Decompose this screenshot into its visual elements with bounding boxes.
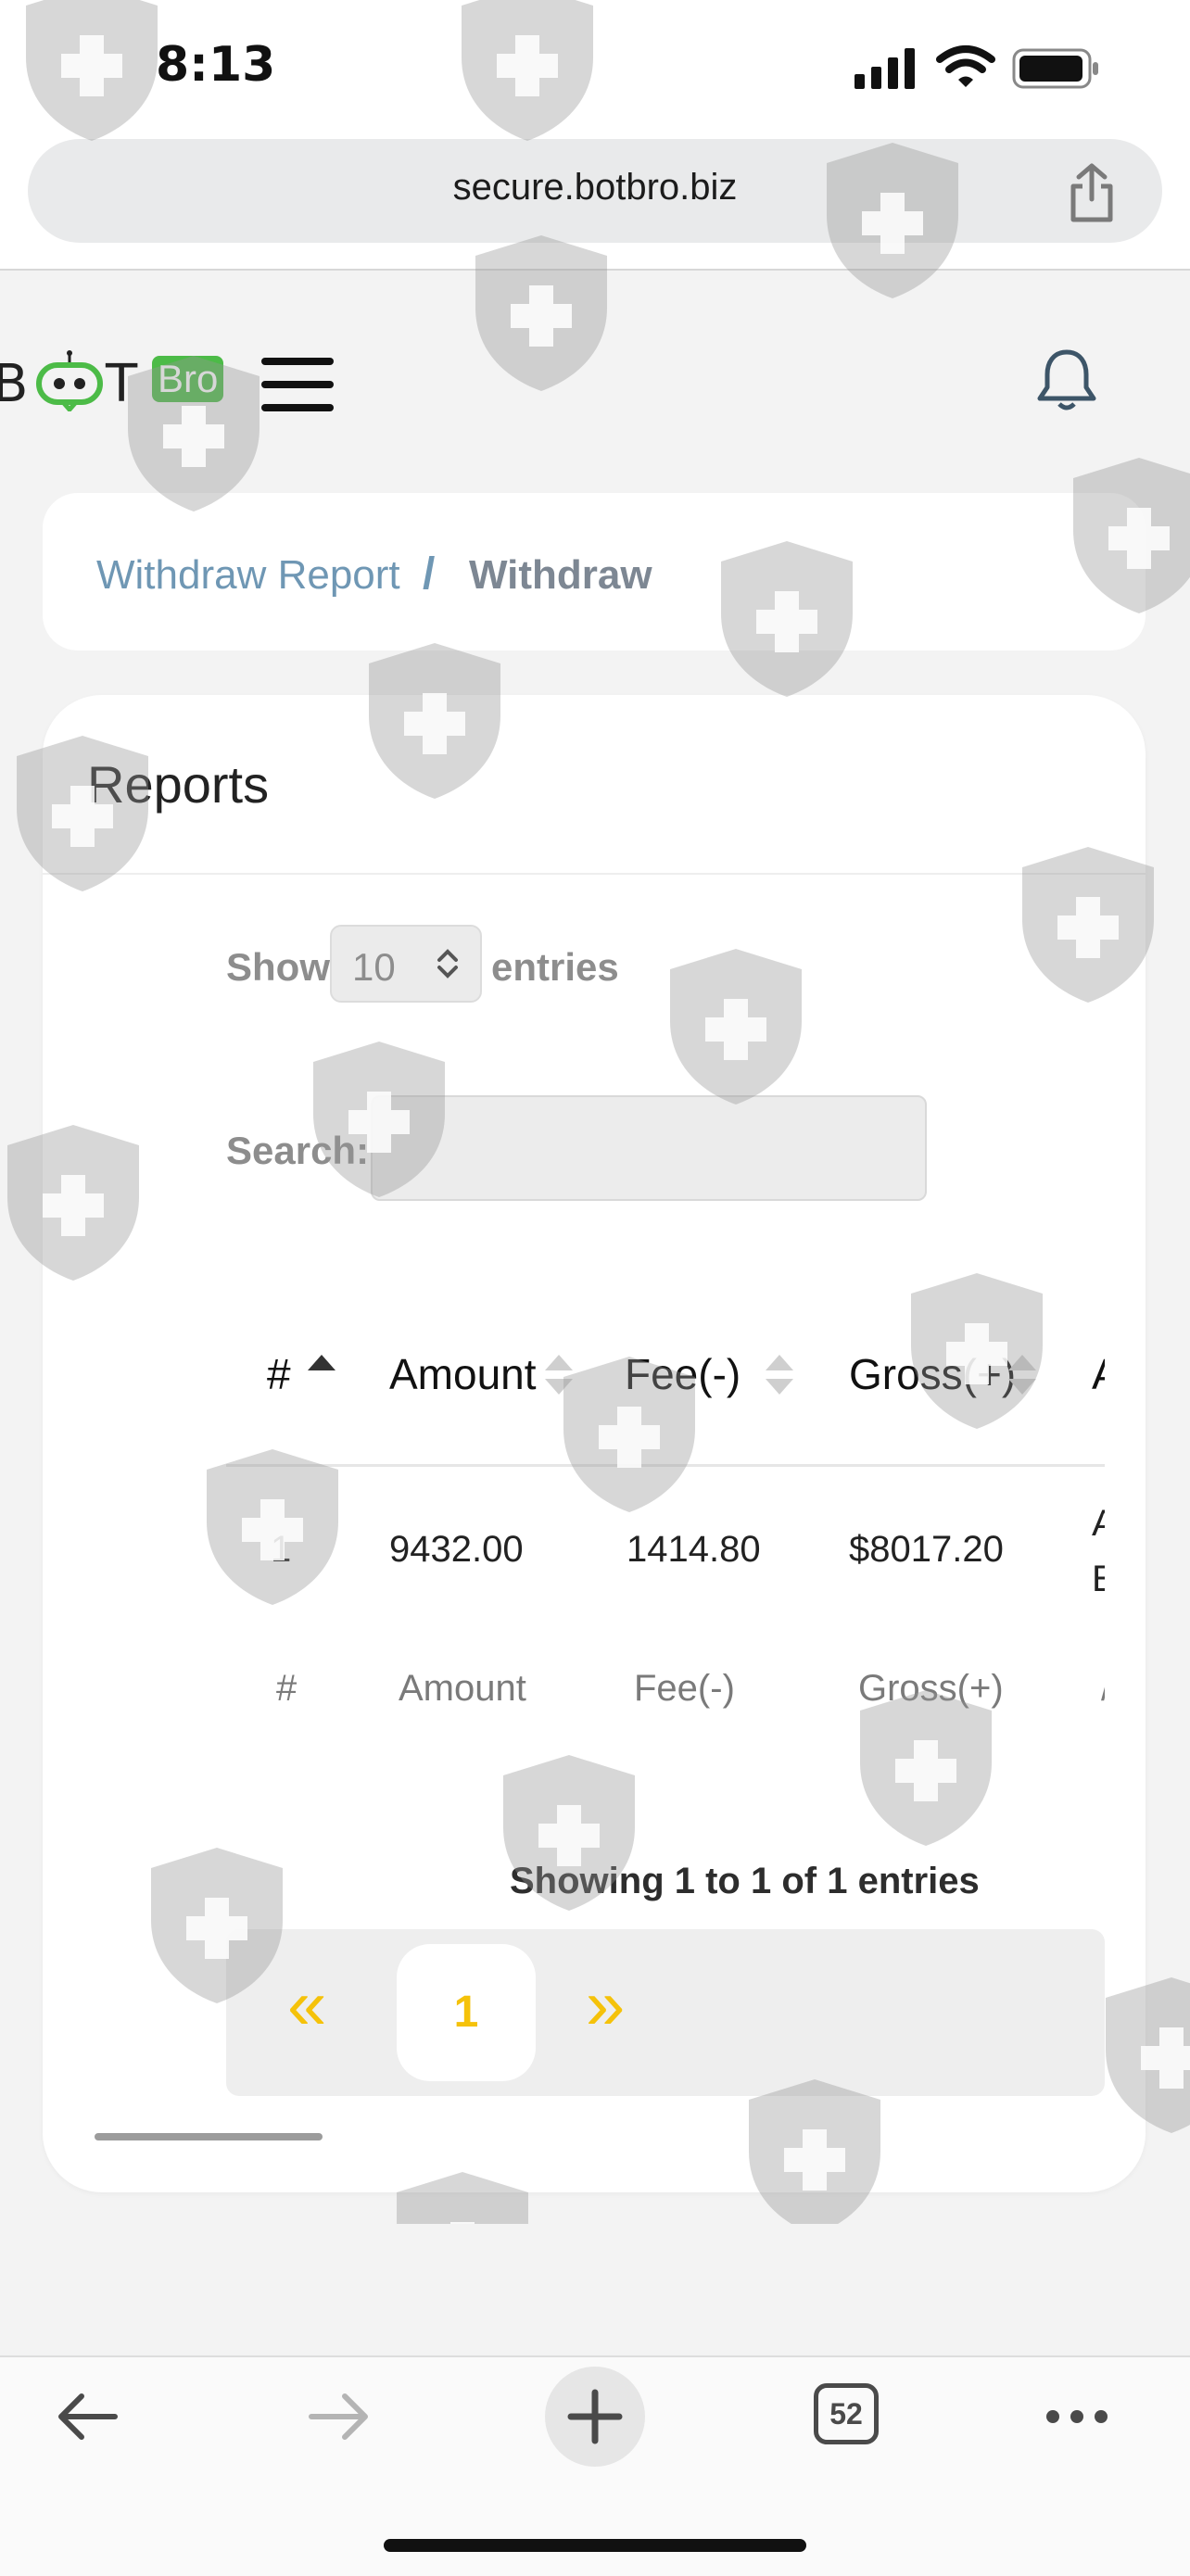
watermark-layer (0, 0, 1190, 2224)
shield-watermark-icon (369, 643, 500, 799)
shield-watermark-icon (721, 541, 853, 697)
shield-watermark-icon (749, 2079, 880, 2224)
home-indicator (384, 2539, 806, 2552)
back-arrow-icon[interactable] (54, 2389, 120, 2444)
shield-watermark-icon (827, 143, 958, 298)
shield-watermark-icon (1073, 458, 1190, 613)
shield-watermark-icon (563, 1357, 695, 1512)
shield-watermark-icon (313, 1042, 445, 1197)
shield-watermark-icon (151, 1848, 283, 2003)
shield-watermark-icon (128, 356, 260, 511)
new-tab-button[interactable] (545, 2367, 645, 2467)
shield-watermark-icon (7, 1125, 139, 1281)
shield-watermark-icon (462, 0, 593, 141)
shield-watermark-icon (503, 1755, 635, 1911)
plus-icon (567, 2389, 623, 2444)
forward-arrow-icon[interactable] (306, 2389, 373, 2444)
shield-watermark-icon (397, 2172, 528, 2224)
shield-watermark-icon (26, 0, 158, 141)
more-dots-icon[interactable] (1044, 2407, 1110, 2426)
shield-watermark-icon (1106, 1977, 1190, 2133)
tabs-button[interactable]: 52 (814, 2383, 879, 2444)
shield-watermark-icon (475, 235, 607, 391)
shield-watermark-icon (911, 1273, 1043, 1429)
shield-watermark-icon (1022, 847, 1154, 1003)
shield-watermark-icon (207, 1449, 338, 1605)
shield-watermark-icon (860, 1690, 992, 1846)
shield-watermark-icon (670, 949, 802, 1105)
shield-watermark-icon (17, 736, 148, 891)
